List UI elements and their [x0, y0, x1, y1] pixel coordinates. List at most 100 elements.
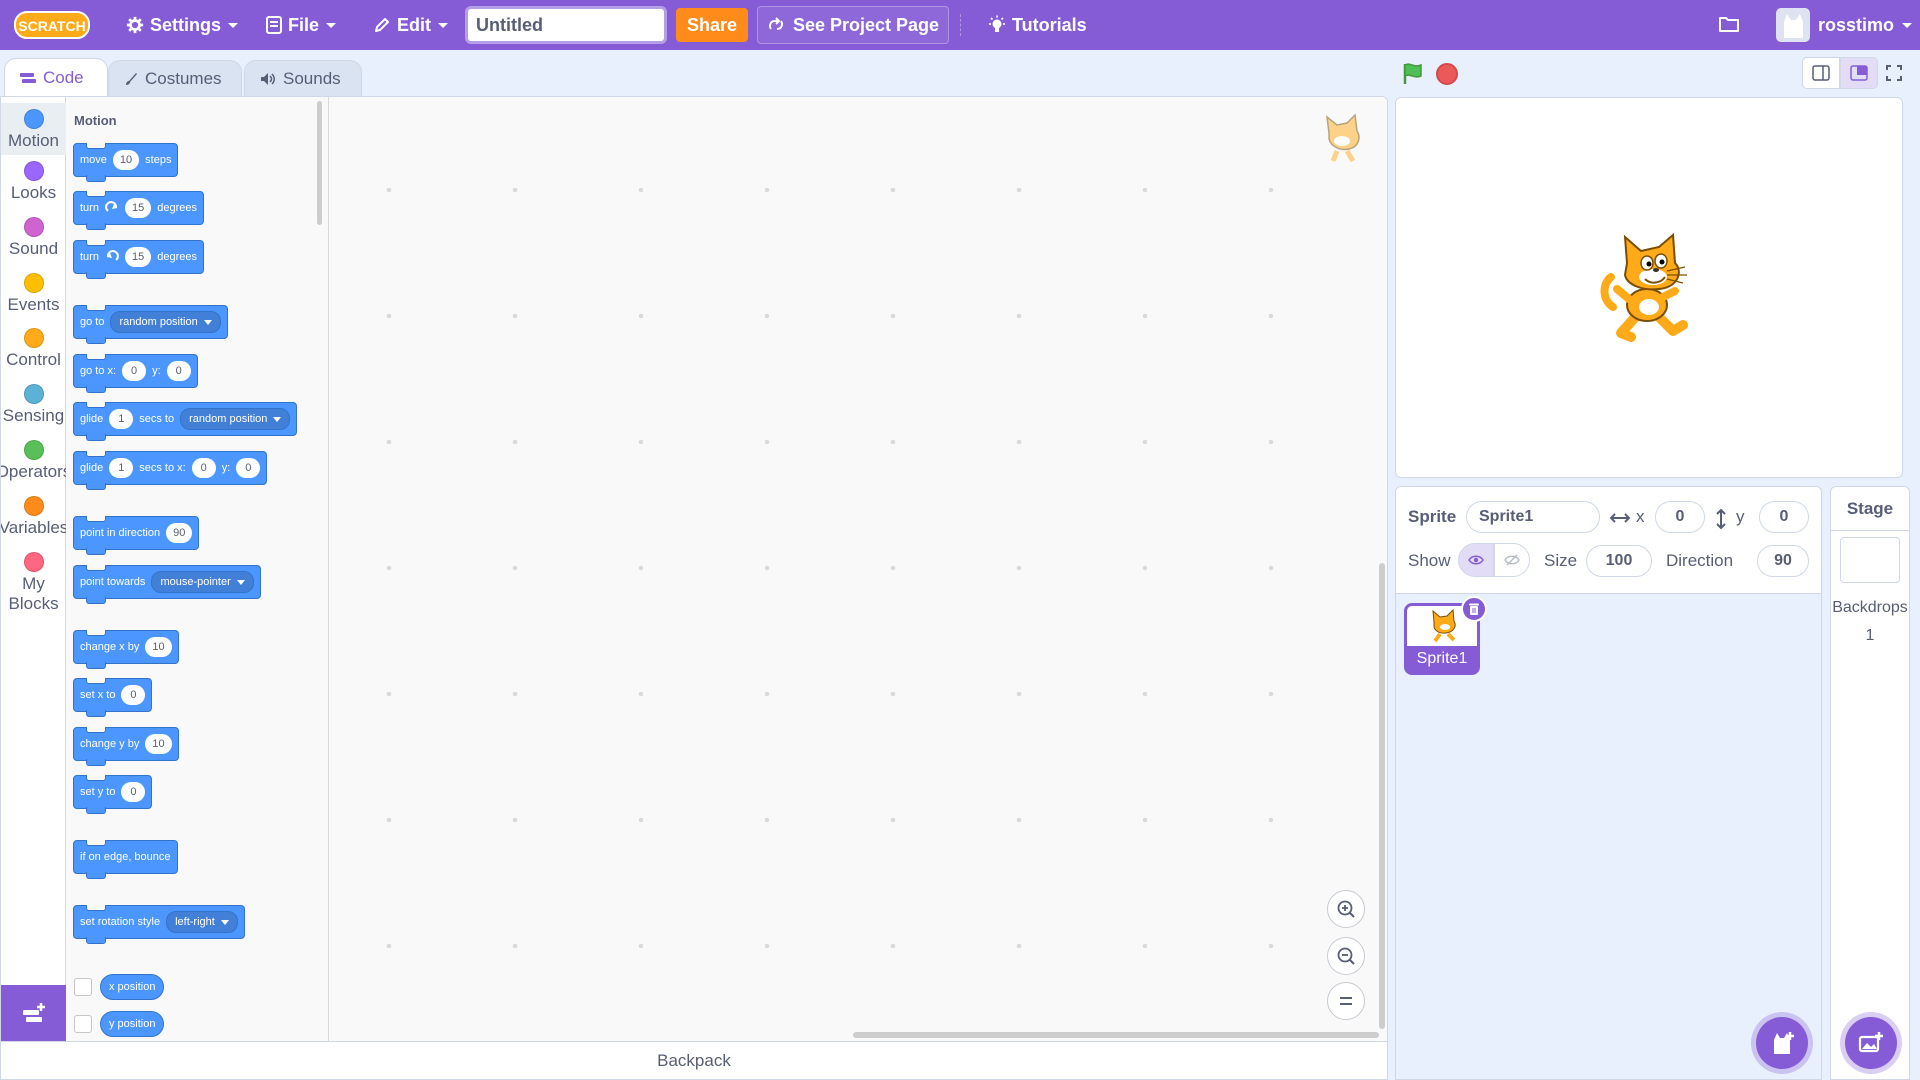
number-input[interactable]: 10	[145, 637, 172, 657]
secs-input[interactable]: 1	[109, 409, 134, 429]
category-control[interactable]: Control	[1, 328, 66, 370]
x-position-checkbox[interactable]	[74, 978, 92, 996]
see-project-page-button[interactable]: See Project Page	[757, 6, 949, 44]
menu-divider	[960, 14, 961, 36]
set-x-block[interactable]: set x to 0	[73, 678, 153, 717]
y-input[interactable]: 0	[166, 361, 191, 381]
block-text: glide	[80, 413, 104, 425]
number-input[interactable]: 15	[124, 198, 152, 218]
y-position-checkbox[interactable]	[74, 1015, 92, 1033]
dropdown-value: left-right	[175, 916, 215, 928]
change-y-block[interactable]: change y by 10	[73, 727, 179, 766]
set-y-block[interactable]: set y to 0	[73, 775, 153, 814]
account-menu[interactable]: rosstimo	[1776, 8, 1913, 42]
green-flag-button[interactable]	[1401, 62, 1425, 91]
zoom-reset-button[interactable]	[1327, 982, 1365, 1020]
x-input[interactable]: 0	[122, 361, 147, 381]
edit-menu[interactable]: Edit	[373, 0, 448, 50]
number-input[interactable]: 15	[124, 247, 152, 267]
if-on-edge-bounce-block[interactable]: if on edge, bounce	[73, 840, 178, 879]
tab-code[interactable]: Code	[4, 58, 108, 96]
settings-menu[interactable]: Settings	[126, 0, 239, 50]
my-stuff-folder-icon[interactable]	[1718, 14, 1740, 39]
stop-button[interactable]	[1436, 63, 1458, 85]
category-looks[interactable]: Looks	[1, 161, 66, 203]
x-input[interactable]: 0	[1655, 501, 1705, 533]
target-dropdown[interactable]: mouse-pointer	[151, 571, 254, 593]
palette-scrollbar[interactable]	[317, 101, 322, 225]
tab-costumes[interactable]: Costumes	[108, 60, 242, 96]
turn-right-block[interactable]: turn 15 degrees	[73, 191, 204, 230]
x-input[interactable]: 0	[191, 458, 216, 478]
share-button[interactable]: Share	[676, 8, 748, 42]
move-steps-block[interactable]: move 10 steps	[73, 143, 179, 182]
zoom-in-button[interactable]	[1327, 890, 1365, 928]
stage-selector[interactable]: Stage Backdrops 1	[1830, 486, 1910, 1080]
number-input[interactable]: 0	[121, 782, 146, 802]
category-motion[interactable]: Motion	[1, 103, 66, 155]
workspace-horizontal-scrollbar[interactable]	[853, 1032, 1379, 1038]
direction-input[interactable]: 90	[1757, 545, 1809, 577]
turn-left-block[interactable]: turn 15 degrees	[73, 240, 204, 279]
target-dropdown[interactable]: random position	[180, 408, 291, 430]
block-text: move	[80, 154, 107, 166]
project-title-input[interactable]	[465, 6, 667, 44]
green-flag-icon	[1403, 63, 1422, 84]
category-my-blocks[interactable]: My Blocks	[1, 552, 66, 614]
category-sensing[interactable]: Sensing	[1, 384, 66, 426]
tutorials-button[interactable]: Tutorials	[988, 0, 1087, 50]
settings-label: Settings	[150, 14, 222, 35]
delete-sprite-button[interactable]	[1461, 596, 1487, 622]
see-project-label: See Project Page	[792, 14, 940, 35]
rotation-style-dropdown[interactable]: left-right	[166, 911, 238, 933]
sprite-tile-sprite1[interactable]: Sprite1	[1404, 596, 1487, 675]
set-rotation-style-block[interactable]: set rotation style left-right	[73, 905, 245, 944]
zoom-out-button[interactable]	[1327, 937, 1365, 975]
category-events[interactable]: Events	[1, 273, 66, 315]
x-position-reporter[interactable]: x position	[100, 974, 165, 1000]
eye-slash-icon	[1504, 554, 1520, 566]
workspace-vertical-scrollbar[interactable]	[1379, 563, 1385, 1029]
large-stage-button[interactable]	[1840, 57, 1878, 89]
direction-input[interactable]: 90	[166, 523, 193, 543]
sprite-cat-on-stage[interactable]	[1599, 232, 1703, 348]
glide-to-block[interactable]: glide 1 secs to random position	[73, 402, 298, 441]
file-menu[interactable]: File	[266, 0, 337, 50]
scratch-logo[interactable]: SCRATCH	[14, 10, 90, 40]
point-towards-block[interactable]: point towards mouse-pointer	[73, 565, 261, 604]
size-input[interactable]: 100	[1586, 545, 1652, 577]
show-sprite-button[interactable]	[1458, 543, 1494, 577]
change-x-block[interactable]: change x by 10	[73, 630, 179, 669]
sprite-name-input[interactable]	[1466, 501, 1600, 533]
category-operators[interactable]: Operators	[1, 440, 66, 482]
add-extension-button[interactable]	[1, 985, 66, 1041]
tab-sounds-label: Sounds	[283, 68, 341, 88]
secs-input[interactable]: 1	[109, 458, 134, 478]
category-variables[interactable]: Variables	[1, 496, 66, 538]
stage-canvas[interactable]	[1395, 97, 1903, 478]
point-in-direction-block[interactable]: point in direction 90	[73, 516, 200, 555]
fullscreen-button[interactable]	[1878, 57, 1910, 89]
script-workspace[interactable]	[329, 97, 1387, 1041]
hide-sprite-button[interactable]	[1494, 543, 1530, 577]
number-input[interactable]: 10	[112, 150, 140, 170]
target-dropdown[interactable]: random position	[110, 311, 221, 333]
category-sound[interactable]: Sound	[1, 217, 66, 259]
choose-backdrop-button[interactable]	[1845, 1017, 1897, 1069]
choose-sprite-button[interactable]	[1756, 1017, 1808, 1069]
add-sprite-cat-icon	[1774, 1032, 1794, 1054]
backpack[interactable]: Backpack	[0, 1042, 1388, 1080]
y-input[interactable]: 0	[1759, 501, 1809, 533]
go-to-xy-block[interactable]: go to x: 0 y: 0	[73, 354, 198, 393]
small-stage-button[interactable]	[1802, 57, 1840, 89]
glide-xy-block[interactable]: glide 1 secs to x: 0 y: 0	[73, 451, 268, 490]
y-position-reporter[interactable]: y position	[100, 1011, 165, 1037]
number-input[interactable]: 10	[145, 734, 172, 754]
tab-code-label: Code	[43, 67, 84, 87]
y-input[interactable]: 0	[236, 458, 261, 478]
category-label: Events	[7, 295, 60, 314]
tab-sounds[interactable]: Sounds	[244, 60, 362, 96]
number-input[interactable]: 0	[121, 685, 146, 705]
go-to-block[interactable]: go to random position	[73, 305, 228, 344]
horizontal-arrows-icon	[1610, 513, 1630, 523]
